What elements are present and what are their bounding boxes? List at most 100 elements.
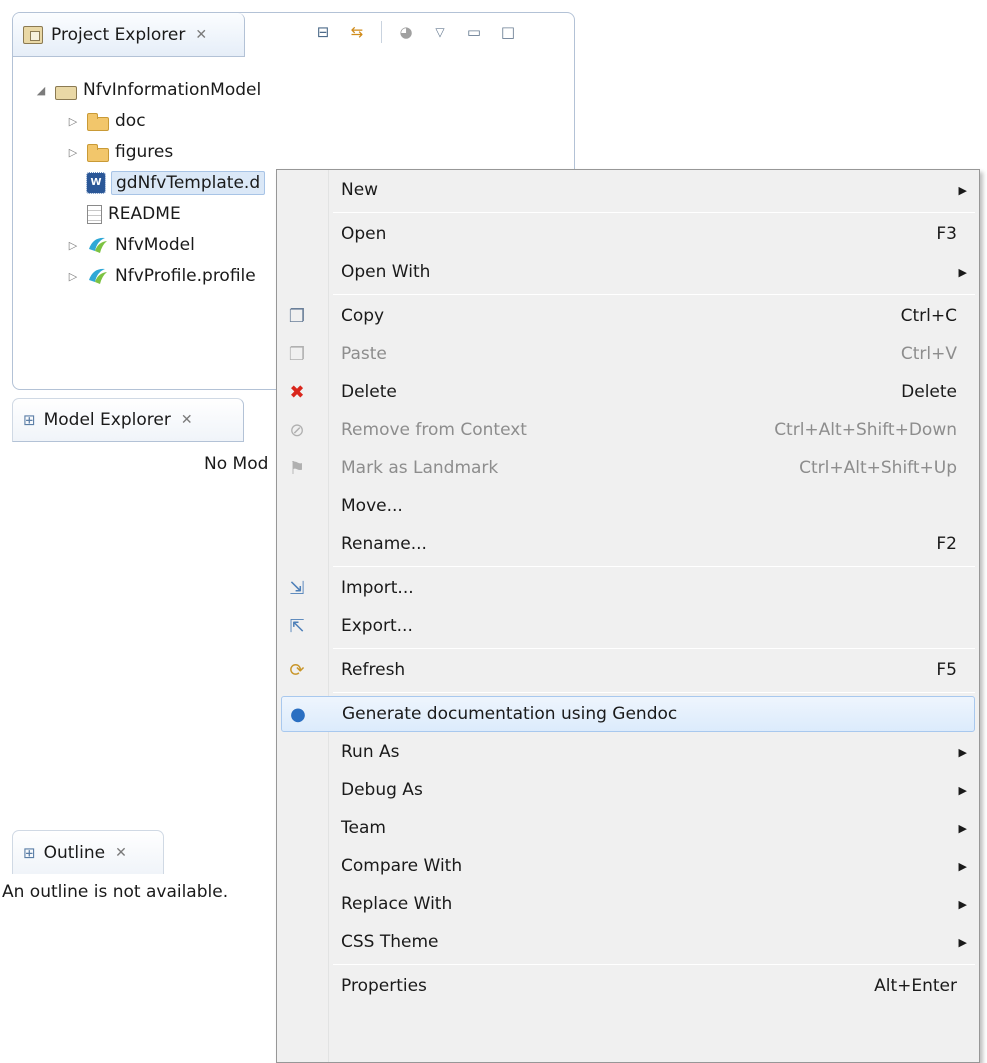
toolbar-divider	[381, 21, 382, 43]
submenu-arrow-icon: ▶	[958, 783, 967, 797]
tree-item[interactable]: ▷ doc	[65, 106, 146, 136]
menu-item-label: Paste	[341, 344, 387, 364]
collapsed-arrow-icon[interactable]: ▷	[65, 270, 81, 283]
menu-separator	[333, 648, 975, 649]
tree-item-label: figures	[115, 142, 174, 162]
menu-item-team[interactable]: Team ▶	[281, 810, 975, 846]
menu-item-move[interactable]: Move...	[281, 488, 975, 524]
menu-item-label: Mark as Landmark	[341, 458, 499, 478]
tree-item[interactable]: README	[65, 199, 181, 229]
menu-item-replace-with[interactable]: Replace With ▶	[281, 886, 975, 922]
menu-item-open[interactable]: Open F3	[281, 216, 975, 252]
menu-item-delete[interactable]: ✖ Delete Delete	[281, 374, 975, 410]
close-icon[interactable]: ✕	[181, 412, 193, 428]
tab-label: Model Explorer	[43, 410, 171, 430]
menu-item-label: Open	[341, 224, 387, 244]
outline-message: An outline is not available.	[2, 882, 229, 902]
menu-item-shortcut: Ctrl+C	[900, 306, 957, 326]
menu-separator	[333, 692, 975, 693]
tab-outline[interactable]: ⊞ Outline ✕	[12, 830, 164, 874]
delete-icon: ✖	[289, 381, 305, 403]
menu-item-properties[interactable]: Properties Alt+Enter	[281, 968, 975, 1004]
text-file-icon	[87, 204, 102, 224]
menu-item-shortcut: Ctrl+V	[900, 344, 957, 364]
tab-project-explorer[interactable]: Project Explorer ✕	[13, 13, 245, 57]
submenu-arrow-icon: ▶	[958, 265, 967, 279]
view-toolbar: ⊟ ⇆ ◕ ▽ ▭ □	[313, 21, 518, 43]
menu-item-refresh[interactable]: ⟳ Refresh F5	[281, 652, 975, 688]
copy-icon: ❐	[288, 305, 306, 327]
menu-item-paste: ❐ Paste Ctrl+V	[281, 336, 975, 372]
tree-item[interactable]: ▷ figures	[65, 137, 173, 167]
collapsed-arrow-icon[interactable]: ▷	[65, 115, 81, 128]
menu-item-generate-documentation-using-gendoc[interactable]: ● Generate documentation using Gendoc	[281, 696, 975, 732]
menu-item-export[interactable]: ⇱ Export...	[281, 608, 975, 644]
submenu-arrow-icon: ▶	[958, 821, 967, 835]
export-icon: ⇱	[289, 615, 305, 637]
menu-item-label: New	[341, 180, 379, 200]
outline-pane: ⊞ Outline ✕ An outline is not available.	[0, 830, 312, 1063]
minimize-icon[interactable]: ▭	[464, 22, 484, 42]
menu-item-label: Run As	[341, 742, 400, 762]
menu-item-import[interactable]: ⇲ Import...	[281, 570, 975, 606]
menu-item-label: Remove from Context	[341, 420, 527, 440]
close-icon[interactable]: ✕	[195, 27, 207, 43]
collapse-all-icon[interactable]: ⊟	[313, 22, 333, 42]
menu-item-copy[interactable]: ❐ Copy Ctrl+C	[281, 298, 975, 334]
menu-item-label: Properties	[341, 976, 427, 996]
menu-item-new[interactable]: New ▶	[281, 172, 975, 208]
tree-item-label: README	[108, 204, 181, 224]
paste-icon: ❐	[288, 343, 306, 365]
collapsed-arrow-icon[interactable]: ▷	[65, 239, 81, 252]
menu-item-label: Rename...	[341, 534, 427, 554]
gendoc-icon: ●	[290, 703, 306, 725]
folder-icon	[87, 113, 109, 131]
collapsed-arrow-icon[interactable]: ▷	[65, 146, 81, 159]
submenu-arrow-icon: ▶	[958, 935, 967, 949]
tree-item-label: NfvInformationModel	[83, 80, 262, 100]
project-explorer-icon	[23, 25, 43, 44]
menu-item-css-theme[interactable]: CSS Theme ▶	[281, 924, 975, 960]
papyrus-model-icon	[87, 266, 109, 286]
menu-item-label: Move...	[341, 496, 403, 516]
model-explorer-icon: ⊞	[23, 411, 36, 429]
menu-item-label: Refresh	[341, 660, 406, 680]
menu-item-remove-from-context: ⊘ Remove from Context Ctrl+Alt+Shift+Down	[281, 412, 975, 448]
filter-icon[interactable]: ◕	[396, 22, 416, 42]
menu-item-debug-as[interactable]: Debug As ▶	[281, 772, 975, 808]
menu-item-run-as[interactable]: Run As ▶	[281, 734, 975, 770]
menu-item-shortcut: F2	[936, 534, 957, 554]
tree-item-label: NfvModel	[115, 235, 195, 255]
menu-item-mark-as-landmark: ⚑ Mark as Landmark Ctrl+Alt+Shift+Up	[281, 450, 975, 486]
tree-item[interactable]: ◢ NfvInformationModel	[33, 75, 261, 105]
refresh-icon: ⟳	[289, 659, 305, 681]
menu-item-rename[interactable]: Rename... F2	[281, 526, 975, 562]
submenu-arrow-icon: ▶	[958, 859, 967, 873]
word-doc-icon: W	[86, 172, 106, 194]
model-explorer-pane: ⊞ Model Explorer ✕ No Mod	[12, 398, 312, 826]
tree-item[interactable]: ▷ NfvModel	[65, 230, 195, 260]
maximize-icon[interactable]: □	[498, 22, 518, 42]
papyrus-model-icon	[87, 235, 109, 255]
menu-item-compare-with[interactable]: Compare With ▶	[281, 848, 975, 884]
menu-item-label: Open With	[341, 262, 431, 282]
menu-item-shortcut: Delete	[901, 382, 957, 402]
view-menu-icon[interactable]: ▽	[430, 22, 450, 42]
menu-item-open-with[interactable]: Open With ▶	[281, 254, 975, 290]
close-icon[interactable]: ✕	[115, 845, 127, 861]
menu-item-label: Import...	[341, 578, 414, 598]
menu-item-shortcut: Alt+Enter	[874, 976, 957, 996]
menu-item-label: Delete	[341, 382, 397, 402]
expanded-arrow-icon[interactable]: ◢	[33, 84, 49, 97]
link-with-editor-icon[interactable]: ⇆	[347, 22, 367, 42]
menu-item-label: Copy	[341, 306, 385, 326]
tab-model-explorer[interactable]: ⊞ Model Explorer ✕	[12, 398, 244, 442]
menu-item-shortcut: Ctrl+Alt+Shift+Down	[774, 420, 957, 440]
project-folder-icon	[55, 86, 77, 100]
tree-item[interactable]: WgdNfvTemplate.d	[65, 168, 266, 198]
tree-item[interactable]: ▷ NfvProfile.profile	[65, 261, 256, 291]
menu-item-label: Replace With	[341, 894, 453, 914]
folder-icon	[87, 144, 109, 162]
context-menu: New ▶ Open F3 Open With ▶ ❐ Copy Ctrl+C ❐ Paste Ctr…	[276, 169, 980, 1063]
import-icon: ⇲	[289, 577, 305, 599]
